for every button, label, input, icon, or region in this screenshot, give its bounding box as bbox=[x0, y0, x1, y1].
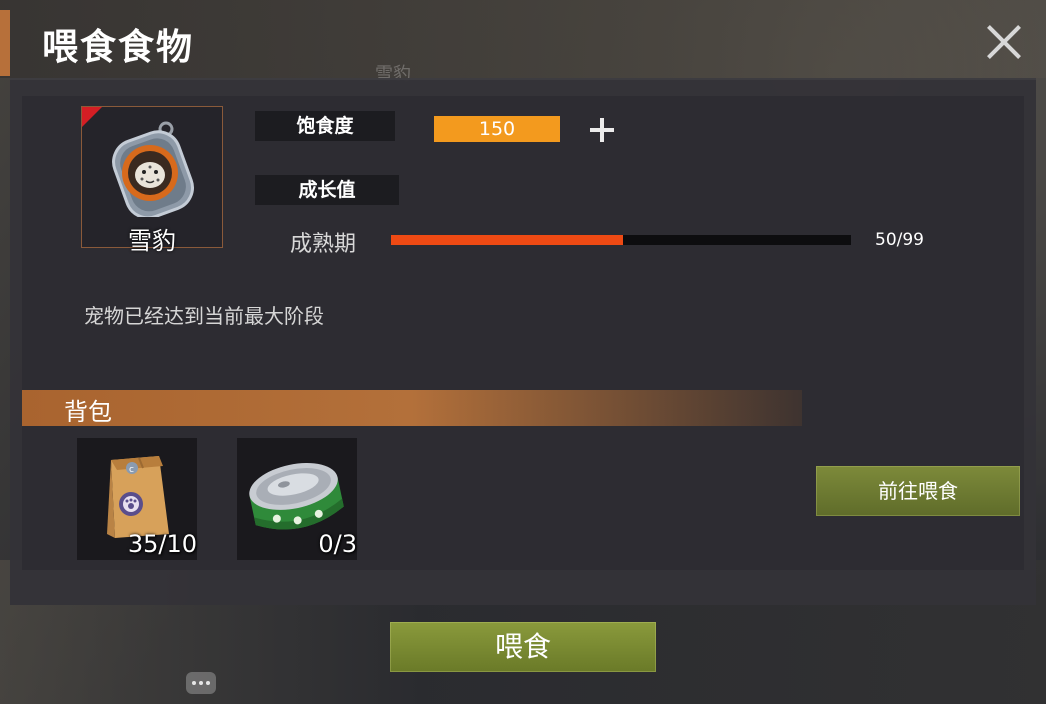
backpack-item-food-bag[interactable]: c 35/10 bbox=[77, 438, 197, 560]
title-accent bbox=[0, 10, 10, 76]
svg-text:c: c bbox=[129, 465, 134, 475]
satiety-value: 150 bbox=[434, 116, 560, 142]
go-feed-button[interactable]: 前往喂食 bbox=[816, 466, 1020, 516]
backpack-item-food-can[interactable]: 0/3 bbox=[237, 438, 357, 560]
dialog-header: 喂食食物 bbox=[0, 0, 1046, 78]
chat-icon[interactable] bbox=[186, 672, 216, 694]
stage-label: 成熟期 bbox=[290, 232, 357, 257]
item-count: 0/3 bbox=[318, 530, 357, 558]
growth-label: 成长值 bbox=[255, 175, 399, 205]
corner-marker bbox=[82, 107, 102, 127]
growth-progress-bar bbox=[391, 235, 851, 245]
growth-value: 50/99 bbox=[875, 230, 924, 250]
dog-tag-snow-leopard-icon bbox=[112, 121, 194, 217]
backpack-title: 背包 bbox=[64, 398, 112, 426]
backpack-header: 背包 bbox=[22, 390, 802, 426]
growth-progress-fill bbox=[391, 235, 624, 245]
add-satiety-button[interactable] bbox=[588, 116, 616, 144]
close-button[interactable] bbox=[984, 22, 1024, 62]
item-count: 35/10 bbox=[127, 530, 197, 558]
feed-button[interactable]: 喂食 bbox=[390, 622, 656, 672]
status-message: 宠物已经达到当前最大阶段 bbox=[84, 304, 324, 328]
pet-portrait[interactable]: 雪豹 bbox=[81, 106, 223, 255]
satiety-label: 饱食度 bbox=[255, 111, 395, 141]
dialog-title: 喂食食物 bbox=[42, 27, 195, 68]
pet-name: 雪豹 bbox=[128, 227, 176, 255]
